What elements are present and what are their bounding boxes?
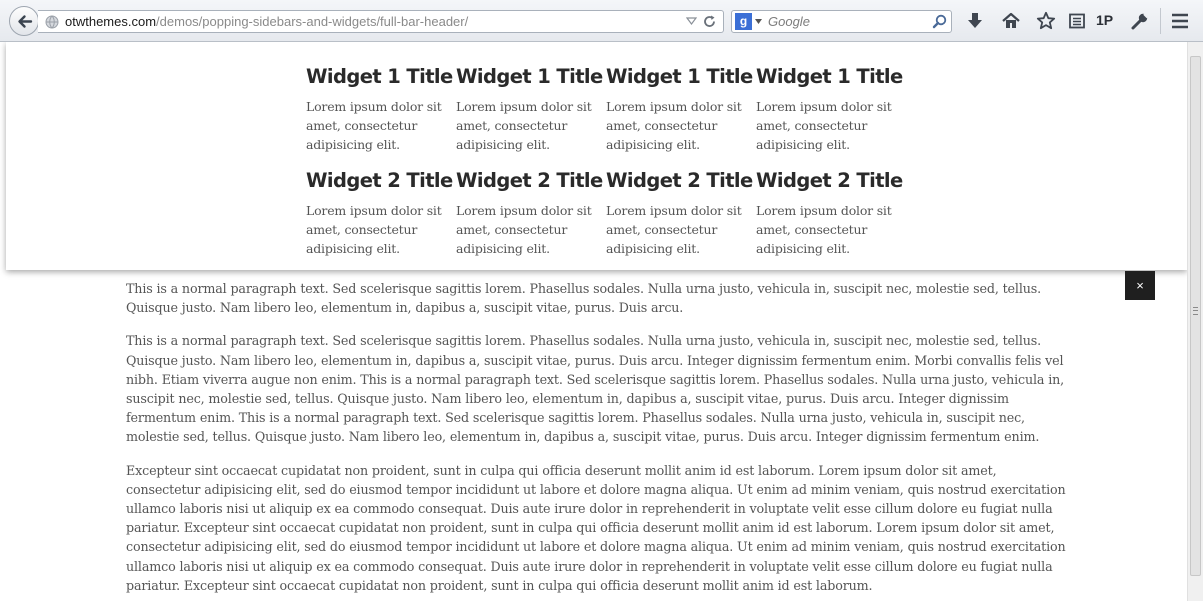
widget-text: Lorem ipsum dolor sit amet, consectetur … — [606, 203, 742, 257]
widget: Widget 2 Title Lorem ipsum dolor sit ame… — [756, 169, 903, 259]
widget-title: Widget 2 Title — [456, 169, 603, 192]
widget-title: Widget 1 Title — [456, 65, 603, 88]
paragraph: This is a normal paragraph text. Sed sce… — [126, 333, 1065, 445]
widget-text: Lorem ipsum dolor sit amet, consectetur … — [756, 99, 892, 153]
browser-toolbar: otwthemes.com/demos/popping-sidebars-and… — [0, 0, 1203, 42]
google-icon[interactable]: g — [735, 13, 752, 30]
widget-title: Widget 1 Title — [606, 65, 753, 88]
1password-icon[interactable]: 1P — [1096, 12, 1113, 28]
vertical-scrollbar[interactable] — [1187, 42, 1203, 601]
grip-icon — [1193, 307, 1198, 315]
dropmarker-icon[interactable] — [686, 17, 697, 25]
widget-title: Widget 2 Title — [756, 169, 903, 192]
home-button[interactable] — [1001, 11, 1021, 31]
paragraph: Excepteur sint occaecat cupidatat non pr… — [126, 462, 1066, 593]
widget-text: Lorem ipsum dolor sit amet, consectetur … — [756, 203, 892, 257]
globe-icon — [45, 15, 59, 29]
widget: Widget 1 Title Lorem ipsum dolor sit ame… — [606, 65, 753, 155]
tools-button[interactable] — [1130, 11, 1150, 31]
hamburger-menu-icon — [1172, 13, 1188, 29]
download-button[interactable] — [965, 11, 985, 31]
scrollbar-thumb[interactable] — [1190, 56, 1201, 576]
reload-icon[interactable] — [702, 14, 717, 29]
search-input[interactable]: Google — [768, 14, 810, 29]
download-icon — [968, 13, 982, 28]
widget-text: Lorem ipsum dolor sit amet, consectetur … — [456, 99, 592, 153]
toolbar-separator — [1160, 8, 1161, 34]
widget: Widget 2 Title Lorem ipsum dolor sit ame… — [306, 169, 453, 259]
widget: Widget 1 Title Lorem ipsum dolor sit ame… — [756, 65, 903, 155]
widget: Widget 1 Title Lorem ipsum dolor sit ame… — [306, 65, 453, 155]
widget: Widget 1 Title Lorem ipsum dolor sit ame… — [456, 65, 603, 155]
widget-title: Widget 2 Title — [306, 169, 453, 192]
reading-list-button[interactable] — [1067, 11, 1087, 31]
chevron-down-icon[interactable] — [755, 19, 762, 24]
widget: Widget 2 Title Lorem ipsum dolor sit ame… — [456, 169, 603, 259]
search-bar[interactable]: g Google — [731, 10, 952, 33]
full-bar-header-widget-area: Widget 1 Title Lorem ipsum dolor sit ame… — [6, 42, 1187, 270]
back-arrow-icon — [18, 15, 33, 28]
widget-title: Widget 2 Title — [606, 169, 753, 192]
bookmark-star-button[interactable] — [1036, 11, 1056, 31]
url-host: otwthemes.com — [65, 14, 157, 29]
address-bar[interactable]: otwthemes.com/demos/popping-sidebars-and… — [38, 10, 724, 33]
wrench-icon — [1131, 13, 1149, 30]
widget-title: Widget 1 Title — [756, 65, 903, 88]
widget-text: Lorem ipsum dolor sit amet, consectetur … — [306, 99, 442, 153]
reading-list-icon — [1069, 13, 1085, 29]
menu-button[interactable] — [1170, 12, 1190, 34]
url-text: otwthemes.com/demos/popping-sidebars-and… — [65, 14, 468, 29]
widget-text: Lorem ipsum dolor sit amet, consectetur … — [606, 99, 742, 153]
url-path: /demos/popping-sidebars-and-widgets/full… — [156, 14, 469, 29]
article-content: This is a normal paragraph text. Sed sce… — [126, 279, 1066, 601]
close-header-button[interactable]: × — [1125, 271, 1155, 300]
magnifier-icon[interactable] — [932, 14, 947, 29]
widget: Widget 2 Title Lorem ipsum dolor sit ame… — [606, 169, 753, 259]
widget-text: Lorem ipsum dolor sit amet, consectetur … — [306, 203, 442, 257]
web-page: Widget 1 Title Lorem ipsum dolor sit ame… — [0, 42, 1187, 601]
widget-title: Widget 1 Title — [306, 65, 453, 88]
widget-text: Lorem ipsum dolor sit amet, consectetur … — [456, 203, 592, 257]
back-button[interactable] — [9, 6, 39, 36]
star-icon — [1036, 11, 1056, 30]
home-icon — [1002, 12, 1020, 28]
paragraph: This is a normal paragraph text. Sed sce… — [126, 281, 1042, 316]
